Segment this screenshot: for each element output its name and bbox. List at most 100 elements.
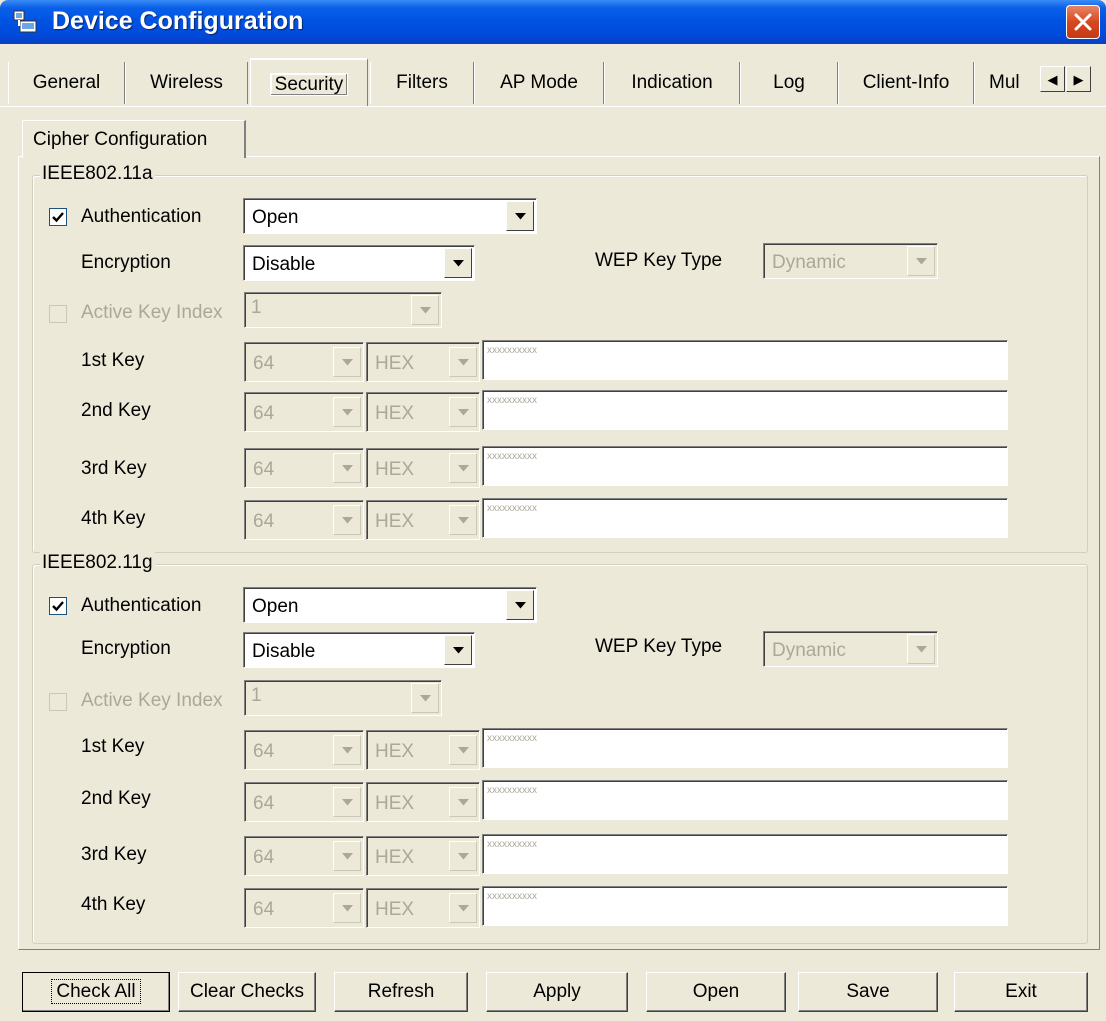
key-input-a-4[interactable]: xxxxxxxxxx [482,498,1008,538]
key-format-dropdown-g-1[interactable]: HEX [366,730,480,770]
tab-log[interactable]: Log [740,62,838,104]
chevron-down-icon [342,359,353,366]
key-value: xxxxxxxxxx [487,345,537,356]
dropdown-arrow-button[interactable] [333,347,361,377]
key-size-dropdown-a-3[interactable]: 64 [244,448,364,488]
key-input-g-2[interactable]: xxxxxxxxxx [482,780,1008,820]
key-format-dropdown-a-3[interactable]: HEX [366,448,480,488]
wep-key-type-dropdown-a[interactable]: Dynamic [763,243,938,279]
tab-cipher-configuration[interactable]: Cipher Configuration [22,120,246,158]
encryption-value-g: Disable [252,641,316,662]
key-input-g-4[interactable]: xxxxxxxxxx [482,886,1008,926]
checkmark-icon [52,601,64,612]
key-value: xxxxxxxxxx [487,395,537,406]
tab-filters[interactable]: Filters [370,62,474,104]
exit-button[interactable]: Exit [954,972,1088,1012]
dropdown-arrow-button[interactable] [449,841,477,871]
key-input-g-3[interactable]: xxxxxxxxxx [482,834,1008,874]
key-format-dropdown-g-2[interactable]: HEX [366,782,480,822]
encryption-dropdown-a[interactable]: Disable [243,245,475,281]
authentication-dropdown-g[interactable]: Open [243,587,537,623]
tab-scroll-right-button[interactable]: ▶ [1066,66,1091,92]
key-format-dropdown-a-4[interactable]: HEX [366,500,480,540]
key-format-dropdown-g-3[interactable]: HEX [366,836,480,876]
chevron-down-icon [342,853,353,860]
chevron-down-icon [420,307,431,314]
dropdown-arrow-button[interactable] [333,735,361,765]
authentication-checkbox-g[interactable] [49,597,67,615]
key-input-a-1[interactable]: xxxxxxxxxx [482,340,1008,380]
dropdown-arrow-button[interactable] [411,295,439,325]
dropdown-arrow-button[interactable] [449,735,477,765]
authentication-checkbox-a[interactable] [49,208,67,226]
dropdown-arrow-button[interactable] [333,505,361,535]
tab-indication[interactable]: Indication [604,62,740,104]
wep-key-type-label-g: WEP Key Type [595,636,723,657]
key-size-dropdown-g-4[interactable]: 64 [244,888,364,928]
dropdown-arrow-button[interactable] [449,397,477,427]
dropdown-arrow-button[interactable] [449,453,477,483]
authentication-label-a: Authentication [81,206,202,227]
key-format-dropdown-g-4[interactable]: HEX [366,888,480,928]
key-size-dropdown-a-2[interactable]: 64 [244,392,364,432]
tab-security[interactable]: Security [250,58,368,106]
key-input-g-1[interactable]: xxxxxxxxxx [482,728,1008,768]
tab-label: Client-Info [862,72,950,93]
key-size-dropdown-g-2[interactable]: 64 [244,782,364,822]
dropdown-arrow-button[interactable] [449,347,477,377]
key-label-a-1: 1st Key [81,350,145,371]
chevron-down-icon [458,359,469,366]
key-input-a-2[interactable]: xxxxxxxxxx [482,390,1008,430]
active-key-index-checkbox-g[interactable] [49,693,67,711]
chevron-down-icon [342,905,353,912]
dropdown-arrow-button[interactable] [907,634,935,664]
tab-scroll-left-button[interactable]: ◀ [1040,66,1065,92]
dropdown-arrow-button[interactable] [444,248,472,278]
chevron-down-icon [458,409,469,416]
dropdown-arrow-button[interactable] [411,683,439,713]
dropdown-arrow-button[interactable] [333,787,361,817]
key-size-dropdown-a-4[interactable]: 64 [244,500,364,540]
dropdown-arrow-button[interactable] [506,201,534,231]
tab-mul[interactable]: Mul [974,62,1044,104]
wep-key-type-dropdown-g[interactable]: Dynamic [763,631,938,667]
dropdown-arrow-button[interactable] [333,841,361,871]
dropdown-arrow-button[interactable] [444,635,472,665]
open-button[interactable]: Open [646,972,786,1012]
save-button[interactable]: Save [798,972,938,1012]
apply-button[interactable]: Apply [486,972,628,1012]
dropdown-arrow-button[interactable] [333,893,361,923]
close-button[interactable] [1066,5,1100,39]
key-input-a-3[interactable]: xxxxxxxxxx [482,446,1008,486]
tab-general[interactable]: General [8,62,125,104]
clear-checks-button[interactable]: Clear Checks [178,972,316,1012]
key-size-dropdown-a-1[interactable]: 64 [244,342,364,382]
dropdown-arrow-button[interactable] [907,246,935,276]
check-all-button[interactable]: Check All [22,972,170,1012]
key-size-dropdown-g-1[interactable]: 64 [244,730,364,770]
dropdown-arrow-button[interactable] [449,893,477,923]
tab-ap-mode[interactable]: AP Mode [474,62,604,104]
network-device-icon [12,10,38,34]
tab-label: Indication [631,72,713,93]
active-key-index-dropdown-g[interactable]: 1 [244,680,442,716]
tab-wireless[interactable]: Wireless [125,62,248,104]
dropdown-arrow-button[interactable] [333,397,361,427]
key-size-dropdown-g-3[interactable]: 64 [244,836,364,876]
key-format-dropdown-a-2[interactable]: HEX [366,392,480,432]
dropdown-arrow-button[interactable] [449,787,477,817]
tab-client-info[interactable]: Client-Info [838,62,974,104]
active-key-index-dropdown-a[interactable]: 1 [244,292,442,328]
dropdown-arrow-button[interactable] [506,590,534,620]
dropdown-arrow-button[interactable] [449,505,477,535]
authentication-dropdown-a[interactable]: Open [243,198,537,234]
refresh-button[interactable]: Refresh [334,972,468,1012]
active-key-index-checkbox-a[interactable] [49,305,67,323]
wep-key-type-label-a: WEP Key Type [595,250,723,271]
key-format-dropdown-a-1[interactable]: HEX [366,342,480,382]
encryption-dropdown-g[interactable]: Disable [243,632,475,668]
key-format-value: HEX [375,741,415,762]
dropdown-arrow-button[interactable] [333,453,361,483]
triangle-left-icon: ◀ [1047,72,1058,87]
chevron-down-icon [458,905,469,912]
